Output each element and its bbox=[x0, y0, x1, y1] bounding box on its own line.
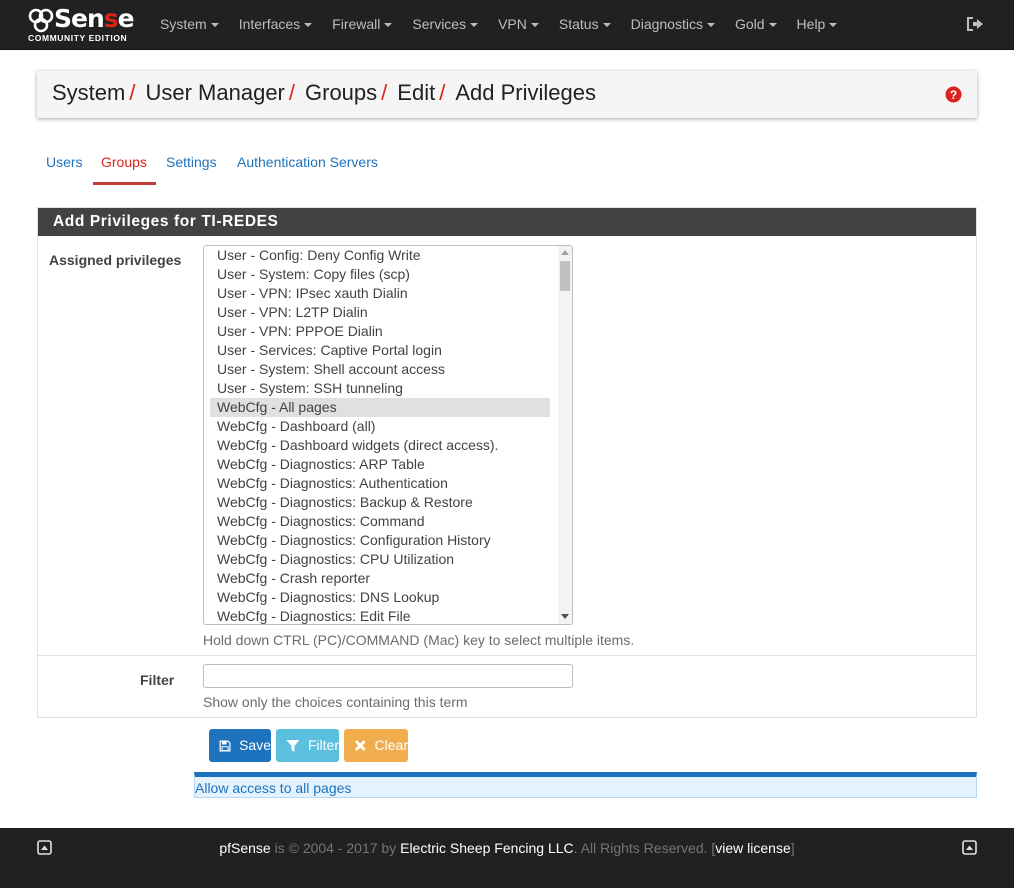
pfsense-logo[interactable]: Sense COMMUNITY EDITION bbox=[26, 4, 138, 44]
filter-input[interactable] bbox=[203, 664, 573, 688]
breadcrumb-groups[interactable]: Groups bbox=[305, 80, 377, 105]
add-privileges-panel: Add Privileges for TI-REDES Assigned pri… bbox=[37, 207, 977, 718]
privilege-option[interactable]: User - VPN: PPPOE Dialin bbox=[210, 322, 550, 341]
menu-services[interactable]: Services bbox=[402, 0, 488, 50]
scroll-down-arrow-icon[interactable] bbox=[561, 614, 569, 619]
caret-down-icon bbox=[304, 23, 313, 28]
breadcrumb-edit[interactable]: Edit bbox=[397, 80, 435, 105]
privilege-description-text: Allow access to all pages bbox=[195, 780, 352, 796]
caret-down-icon bbox=[384, 23, 393, 28]
tab-groups[interactable]: Groups bbox=[101, 146, 147, 178]
privilege-option[interactable]: User - VPN: L2TP Dialin bbox=[210, 303, 550, 322]
menu-vpn[interactable]: VPN bbox=[488, 0, 549, 50]
tab-settings[interactable]: Settings bbox=[166, 146, 217, 178]
caret-down-icon bbox=[470, 23, 479, 28]
caret-down-icon bbox=[602, 23, 611, 28]
privileges-help-text: Hold down CTRL (PC)/COMMAND (Mac) key to… bbox=[203, 632, 635, 648]
scroll-thumb[interactable] bbox=[560, 261, 570, 291]
caret-down-icon bbox=[768, 23, 777, 28]
privilege-option[interactable]: WebCfg - Crash reporter bbox=[210, 569, 550, 588]
privilege-option[interactable]: WebCfg - Diagnostics: DNS Lookup bbox=[210, 588, 550, 607]
privilege-option[interactable]: WebCfg - Diagnostics: Command bbox=[210, 512, 550, 531]
view-license-link[interactable]: view license bbox=[715, 840, 790, 856]
breadcrumb: System / User Manager / Groups / Edit / Add Priv… bbox=[52, 80, 596, 106]
assigned-privileges-select[interactable]: User - Config: Deny Config Write User - S… bbox=[203, 245, 573, 625]
breadcrumb-user-manager[interactable]: User Manager bbox=[145, 80, 284, 105]
close-icon bbox=[354, 740, 366, 751]
privilege-option[interactable]: User - System: Shell account access bbox=[210, 360, 550, 379]
caret-down-icon bbox=[706, 23, 715, 28]
logo-wordmark: Sense bbox=[54, 4, 135, 33]
privilege-option[interactable]: WebCfg - Diagnostics: CPU Utilization bbox=[210, 550, 550, 569]
scroll-up-arrow-icon[interactable] bbox=[561, 250, 569, 255]
clear-button[interactable]: Clear bbox=[344, 729, 408, 762]
privilege-option[interactable]: WebCfg - Diagnostics: Backup & Restore bbox=[210, 493, 550, 512]
breadcrumb-separator: / bbox=[129, 80, 136, 105]
panel-heading: Add Privileges for TI-REDES bbox=[38, 208, 976, 236]
breadcrumb-add-privileges: Add Privileges bbox=[455, 80, 596, 105]
menu-system[interactable]: System bbox=[150, 0, 229, 50]
privilege-option[interactable]: User - VPN: IPsec xauth Dialin bbox=[210, 284, 550, 303]
caret-square-up-icon[interactable] bbox=[962, 840, 977, 855]
caret-down-icon bbox=[530, 23, 539, 28]
logo-edition: COMMUNITY EDITION bbox=[28, 33, 128, 43]
breadcrumb-separator: / bbox=[381, 80, 388, 105]
footer-copyright: pfSense is © 2004 - 2017 by Electric She… bbox=[219, 840, 795, 856]
caret-down-icon bbox=[829, 23, 838, 28]
active-tab-indicator bbox=[93, 182, 156, 185]
privilege-option[interactable]: WebCfg - Diagnostics: Edit File bbox=[210, 607, 550, 624]
breadcrumb-separator: / bbox=[288, 80, 295, 105]
menu-interfaces[interactable]: Interfaces bbox=[229, 0, 322, 50]
svg-text:?: ? bbox=[950, 88, 957, 102]
privilege-option[interactable]: WebCfg - All pages bbox=[210, 398, 550, 417]
breadcrumb-system[interactable]: System bbox=[52, 80, 125, 105]
footer: pfSense is © 2004 - 2017 by Electric She… bbox=[0, 828, 1014, 888]
privilege-option[interactable]: User - Config: Deny Config Write bbox=[210, 246, 550, 265]
menu-firewall[interactable]: Firewall bbox=[322, 0, 402, 50]
filter-icon bbox=[286, 739, 300, 752]
privilege-option[interactable]: User - System: Copy files (scp) bbox=[210, 265, 550, 284]
sign-out-icon[interactable] bbox=[966, 16, 984, 32]
menu-diagnostics[interactable]: Diagnostics bbox=[621, 0, 725, 50]
top-navbar: Sense COMMUNITY EDITION System Interface… bbox=[0, 0, 1014, 50]
list-scrollbar[interactable] bbox=[558, 246, 572, 624]
privilege-option[interactable]: User - Services: Captive Portal login bbox=[210, 341, 550, 360]
tab-users[interactable]: Users bbox=[46, 146, 83, 178]
save-button[interactable]: Save bbox=[209, 729, 271, 762]
assigned-privileges-label: Assigned privileges bbox=[49, 252, 182, 268]
privilege-option[interactable]: WebCfg - Diagnostics: ARP Table bbox=[210, 455, 550, 474]
privilege-description: Allow access to all pages bbox=[194, 772, 977, 798]
filter-help-text: Show only the choices containing this te… bbox=[203, 694, 468, 710]
question-circle-icon[interactable]: ? bbox=[945, 86, 962, 103]
breadcrumb-panel: System / User Manager / Groups / Edit / Add Priv… bbox=[37, 71, 977, 118]
form-divider bbox=[38, 655, 976, 656]
privilege-option[interactable]: WebCfg - Diagnostics: Configuration Hist… bbox=[210, 531, 550, 550]
footer-brand-link[interactable]: pfSense bbox=[219, 840, 270, 856]
menu-gold[interactable]: Gold bbox=[725, 0, 787, 50]
filter-label: Filter bbox=[140, 672, 175, 688]
privilege-option[interactable]: User - System: SSH tunneling bbox=[210, 379, 550, 398]
footer-company-link[interactable]: Electric Sheep Fencing LLC bbox=[400, 840, 574, 856]
main-menu: System Interfaces Firewall Services VPN … bbox=[150, 0, 847, 50]
filter-button[interactable]: Filter bbox=[276, 729, 339, 762]
menu-help[interactable]: Help bbox=[787, 0, 848, 50]
menu-status[interactable]: Status bbox=[549, 0, 621, 50]
caret-down-icon bbox=[210, 23, 219, 28]
privilege-option[interactable]: WebCfg - Dashboard (all) bbox=[210, 417, 550, 436]
breadcrumb-separator: / bbox=[439, 80, 446, 105]
save-icon bbox=[219, 739, 231, 752]
privilege-option[interactable]: WebCfg - Dashboard widgets (direct acces… bbox=[210, 436, 550, 455]
privilege-option[interactable]: WebCfg - Diagnostics: Authentication bbox=[210, 474, 550, 493]
tab-authentication-servers[interactable]: Authentication Servers bbox=[237, 146, 378, 178]
